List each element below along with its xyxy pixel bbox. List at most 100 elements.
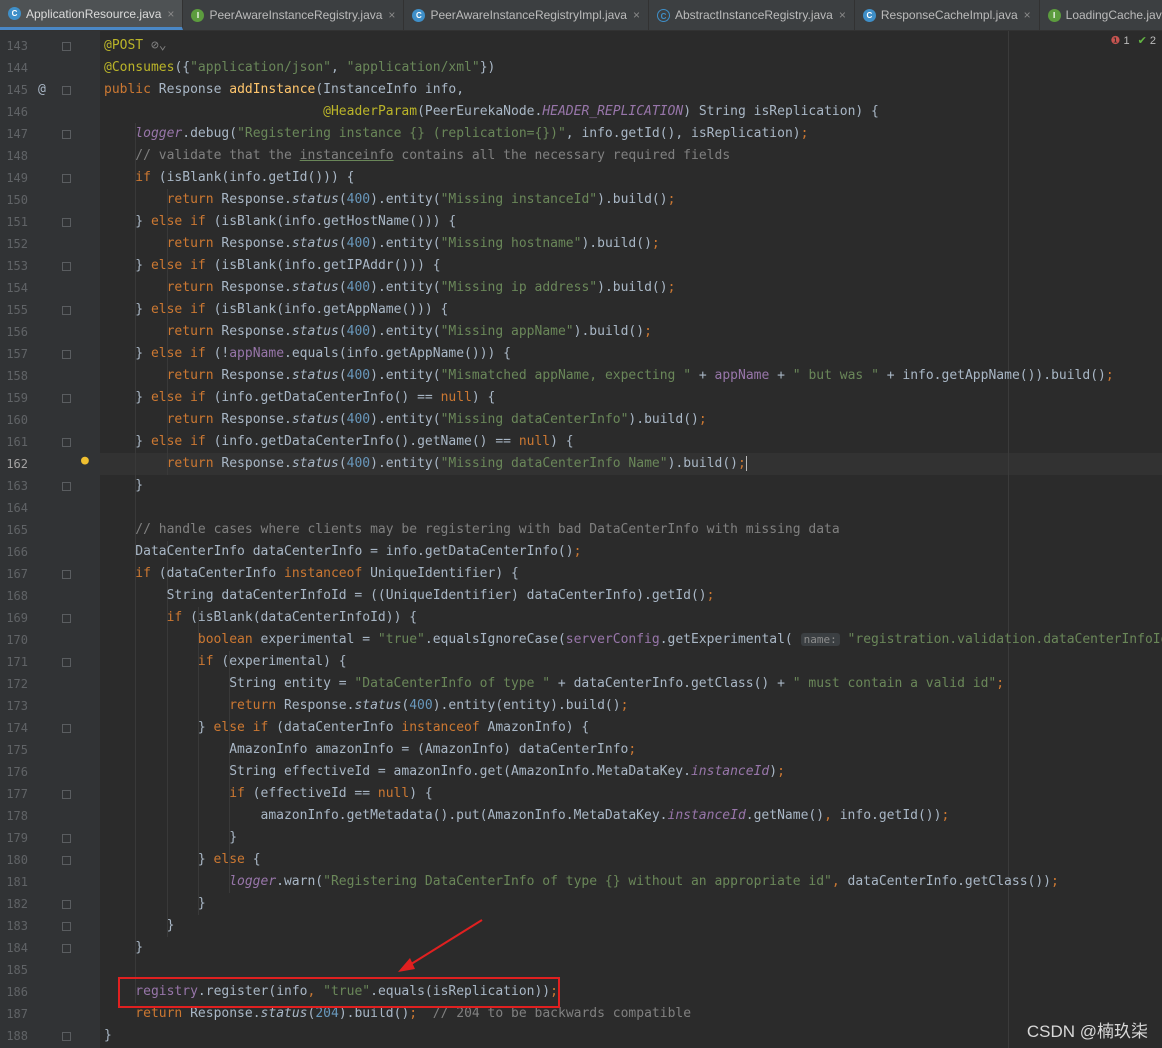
code-token: ; (573, 544, 582, 559)
code-line[interactable]: String entity = "DataCenterInfo of type … (229, 673, 1004, 695)
code-token: Response. (221, 324, 292, 339)
fold-marker-icon[interactable] (62, 922, 71, 931)
fold-marker-icon[interactable] (62, 86, 71, 95)
code-line[interactable]: return Response.status(400).entity("Miss… (167, 233, 660, 255)
fold-marker-icon[interactable] (62, 174, 71, 183)
code-token: ).entity( (370, 456, 441, 471)
code-token: + dataCenterInfo.getClass() + (550, 676, 793, 691)
fold-marker-icon[interactable] (62, 614, 71, 623)
code-token: } (197, 720, 214, 735)
code-line[interactable]: boolean experimental = "true".equalsIgno… (198, 629, 1162, 651)
code-line[interactable]: } else if (dataCenterInfo instanceof Ama… (198, 717, 589, 739)
fold-marker-icon[interactable] (62, 724, 71, 733)
tab-peerawareinstanceregistry[interactable]: I PeerAwareInstanceRegistry.java × (183, 0, 405, 30)
fold-marker-icon[interactable] (62, 944, 71, 953)
close-icon[interactable]: × (633, 8, 640, 22)
fold-marker-icon[interactable] (62, 834, 71, 843)
code-line[interactable]: } (104, 1025, 112, 1047)
code-token: "application/json" (190, 60, 331, 75)
code-line[interactable]: return Response.status(400).entity("Mism… (167, 365, 1114, 387)
code-line[interactable]: return Response.status(400).entity("Miss… (167, 277, 676, 299)
code-token: ).build() (597, 280, 668, 295)
tab-responsecacheimpl[interactable]: C ResponseCacheImpl.java × (855, 0, 1040, 30)
fold-marker-icon[interactable] (62, 1032, 71, 1041)
fold-marker-icon[interactable] (62, 856, 71, 865)
fold-marker-icon[interactable] (62, 350, 71, 359)
line-number: 188 (6, 1029, 28, 1043)
code-line[interactable]: amazonInfo.getMetadata().put(AmazonInfo.… (261, 805, 950, 827)
code-line[interactable]: // validate that the instanceinfo contai… (135, 145, 730, 167)
code-line[interactable]: return Response.status(400).entity("Miss… (167, 189, 676, 211)
code-token: status (291, 192, 339, 207)
code-line[interactable]: return Response.status(400).entity(entit… (229, 695, 628, 717)
code-line[interactable]: logger.warn("Registering DataCenterInfo … (229, 871, 1059, 893)
code-line[interactable]: DataCenterInfo dataCenterInfo = info.get… (135, 541, 581, 563)
line-number: 172 (6, 677, 28, 691)
code-line[interactable]: return Response.status(400).entity("Miss… (167, 409, 707, 431)
warning-count[interactable]: ✔ 2 (1138, 34, 1156, 47)
code-line[interactable]: return Response.status(400).entity("Miss… (167, 453, 747, 475)
fold-marker-icon[interactable] (62, 790, 71, 799)
error-count[interactable]: ❶ 1 (1111, 34, 1130, 47)
line-number: 152 (6, 237, 28, 251)
code-token: ).entity( (370, 368, 441, 383)
tab-label: PeerAwareInstanceRegistry.java (209, 8, 383, 22)
inspection-indicators[interactable]: ❶ 1 ✔ 2 (1111, 34, 1156, 47)
code-line[interactable]: if (dataCenterInfo instanceof UniqueIden… (135, 563, 519, 585)
code-line[interactable]: @Consumes({"application/json", "applicat… (104, 57, 495, 79)
code-token: ; (409, 1006, 433, 1021)
close-icon[interactable]: × (167, 7, 174, 21)
code-line[interactable]: return Response.status(400).entity("Miss… (167, 321, 652, 343)
code-line[interactable]: } else if (info.getDataCenterInfo() == n… (135, 387, 495, 409)
code-line[interactable]: @HeaderParam(PeerEurekaNode.HEADER_REPLI… (104, 101, 879, 123)
lightbulb-icon[interactable]: ● (81, 450, 89, 472)
code-editor[interactable]: @POST ⊘⌄ @Consumes({"application/json", "… (100, 31, 1162, 1048)
code-token: // 204 to be backwards compatible (432, 1006, 692, 1021)
code-line[interactable]: } else if (isBlank(info.getIPAddr())) { (135, 255, 440, 277)
code-token: (info.getDataCenterInfo() == (213, 390, 441, 405)
code-line[interactable]: // handle cases where clients may be reg… (135, 519, 839, 541)
fold-marker-icon[interactable] (62, 658, 71, 667)
implemented-method-icon[interactable]: @ (38, 79, 46, 101)
highlight-box (118, 977, 560, 1008)
code-line[interactable]: @POST ⊘⌄ (104, 35, 167, 57)
fold-marker-icon[interactable] (62, 900, 71, 909)
tab-abstractinstanceregistry[interactable]: C AbstractInstanceRegistry.java × (649, 0, 855, 30)
code-line[interactable]: } else if (isBlank(info.getHostName())) … (135, 211, 456, 233)
fold-marker-icon[interactable] (62, 306, 71, 315)
code-line[interactable]: if (effectiveId == null) { (229, 783, 433, 805)
fold-marker-icon[interactable] (62, 394, 71, 403)
code-line[interactable]: logger.debug("Registering instance {} (r… (135, 123, 808, 145)
code-line[interactable]: } (229, 827, 237, 849)
code-line[interactable]: } (135, 937, 143, 959)
code-line[interactable]: if (isBlank(info.getId())) { (135, 167, 354, 189)
code-line[interactable]: } else if (info.getDataCenterInfo().getN… (135, 431, 573, 453)
tab-loadingcache[interactable]: ILoadingCache.java× (1040, 0, 1162, 30)
tab-peerawareinstanceregistryimpl[interactable]: C PeerAwareInstanceRegistryImpl.java × (404, 0, 649, 30)
code-line[interactable]: } (135, 475, 143, 497)
code-line[interactable]: AmazonInfo amazonInfo = (AmazonInfo) dat… (229, 739, 636, 761)
fold-marker-icon[interactable] (62, 482, 71, 491)
code-line[interactable]: String effectiveId = amazonInfo.get(Amaz… (229, 761, 785, 783)
tab-applicationresource[interactable]: C ApplicationResource.java × (0, 0, 184, 30)
code-line[interactable]: } else { (198, 849, 261, 871)
code-token: if (166, 610, 191, 625)
close-icon[interactable]: × (388, 8, 395, 22)
fold-marker-icon[interactable] (62, 438, 71, 447)
fold-marker-icon[interactable] (62, 218, 71, 227)
code-line[interactable]: if (isBlank(dataCenterInfoId)) { (167, 607, 417, 629)
code-line[interactable]: if (experimental) { (198, 651, 347, 673)
fold-marker-icon[interactable] (62, 262, 71, 271)
code-line[interactable]: public Response addInstance(InstanceInfo… (104, 79, 464, 101)
code-line[interactable]: } else if (!appName.equals(info.getAppNa… (135, 343, 511, 365)
fold-marker-icon[interactable] (62, 42, 71, 51)
code-line[interactable]: } (167, 915, 175, 937)
close-icon[interactable]: × (839, 8, 846, 22)
fold-marker-icon[interactable] (62, 570, 71, 579)
fold-marker-icon[interactable] (62, 130, 71, 139)
code-line[interactable]: String dataCenterInfoId = ((UniqueIdenti… (167, 585, 715, 607)
code-line[interactable]: } else if (isBlank(info.getAppName())) { (135, 299, 448, 321)
code-line[interactable]: } (198, 893, 206, 915)
code-token: "Missing dataCenterInfo Name" (440, 456, 668, 471)
close-icon[interactable]: × (1024, 8, 1031, 22)
